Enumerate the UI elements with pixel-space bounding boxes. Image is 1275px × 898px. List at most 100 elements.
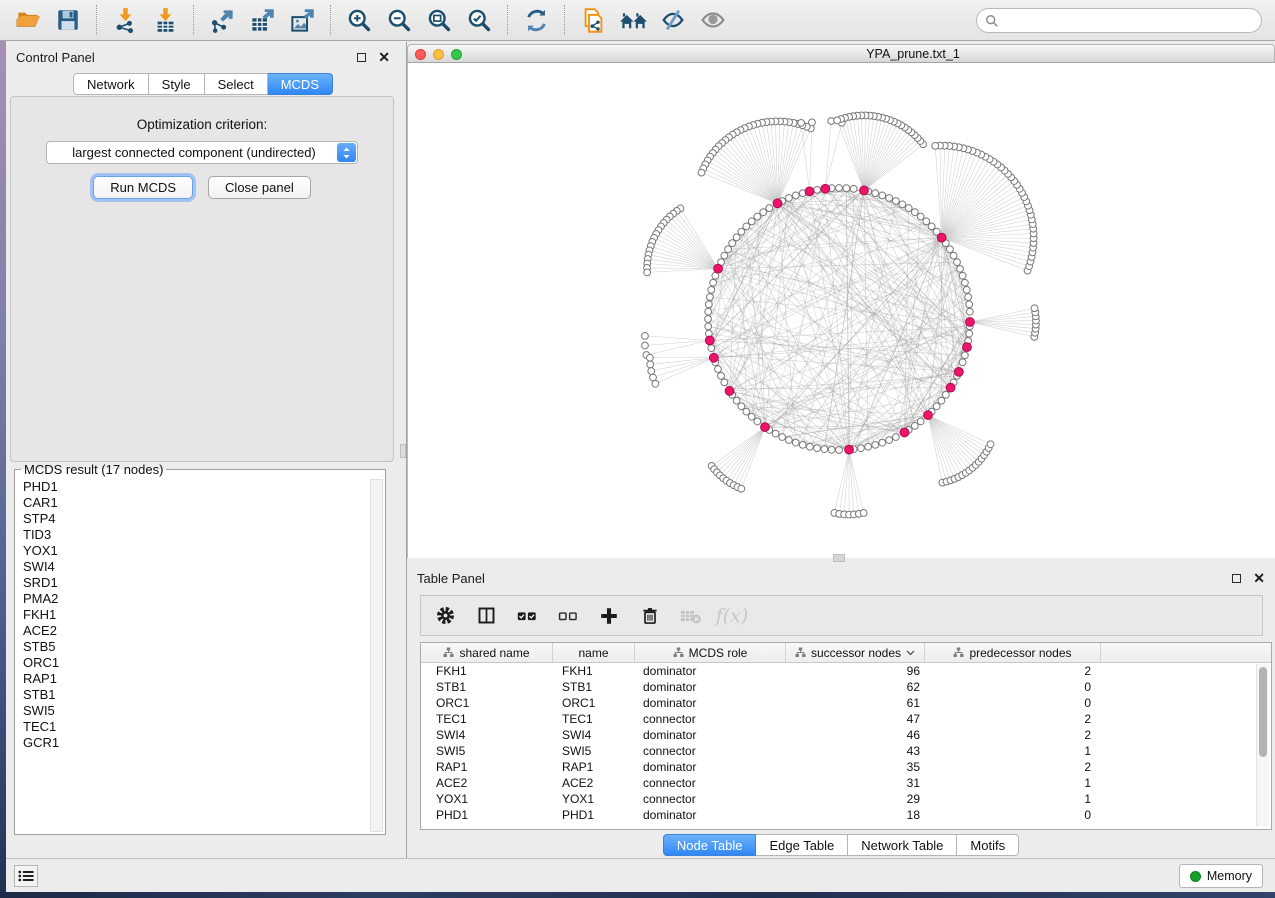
cell-successor_nodes[interactable]: 35 <box>786 760 925 774</box>
delete-table-button[interactable] <box>679 604 703 628</box>
cell-mcds_role[interactable]: dominator <box>635 728 786 742</box>
export-table-button[interactable] <box>247 5 277 35</box>
cell-mcds_role[interactable]: dominator <box>635 696 786 710</box>
network-node[interactable] <box>858 445 865 452</box>
table-row[interactable]: PHD1PHD1dominator180 <box>421 807 1271 823</box>
cell-successor_nodes[interactable]: 18 <box>786 808 925 822</box>
dominator-node[interactable] <box>946 383 955 392</box>
network-node[interactable] <box>792 192 799 199</box>
mcds-result-item[interactable]: STP4 <box>16 511 369 527</box>
network-node[interactable] <box>772 430 779 437</box>
dominator-node[interactable] <box>845 445 854 454</box>
dominator-node[interactable] <box>821 184 830 193</box>
mcds-result-item[interactable]: ACE2 <box>16 623 369 639</box>
network-node[interactable] <box>642 342 649 349</box>
close-window-icon[interactable] <box>415 49 426 60</box>
network-node[interactable] <box>754 418 761 425</box>
cell-name[interactable]: ORC1 <box>553 696 635 710</box>
network-node[interactable] <box>938 397 945 404</box>
network-graph[interactable] <box>408 63 1275 558</box>
network-node[interactable] <box>792 439 799 446</box>
first-neighbors-button[interactable] <box>618 5 648 35</box>
network-node[interactable] <box>809 119 816 126</box>
cell-predecessor_nodes[interactable]: 0 <box>925 680 1101 694</box>
network-node[interactable] <box>743 408 750 415</box>
tab-network[interactable]: Network <box>73 73 149 95</box>
duplicate-network-button[interactable] <box>578 5 608 35</box>
cell-successor_nodes[interactable]: 62 <box>786 680 925 694</box>
horizontal-splitter-handle[interactable] <box>833 554 845 562</box>
network-node[interactable] <box>959 272 966 279</box>
network-node[interactable] <box>828 446 835 453</box>
tab-node-table[interactable]: Node Table <box>663 834 757 856</box>
cell-predecessor_nodes[interactable]: 0 <box>925 808 1101 822</box>
zoom-out-button[interactable] <box>384 5 414 35</box>
network-node[interactable] <box>957 265 964 272</box>
network-node[interactable] <box>961 352 968 359</box>
dominator-node[interactable] <box>860 186 869 195</box>
cell-predecessor_nodes[interactable]: 2 <box>925 728 1101 742</box>
mcds-result-item[interactable]: TEC1 <box>16 719 369 735</box>
network-node[interactable] <box>779 434 786 441</box>
cell-predecessor_nodes[interactable]: 1 <box>925 744 1101 758</box>
select-all-button[interactable] <box>515 604 539 628</box>
maximize-window-icon[interactable] <box>451 49 462 60</box>
memory-button[interactable]: Memory <box>1179 864 1263 888</box>
show-columns-button[interactable] <box>474 604 498 628</box>
delete-column-button[interactable] <box>638 604 662 628</box>
network-node[interactable] <box>963 286 970 293</box>
network-node[interactable] <box>942 391 949 398</box>
network-node[interactable] <box>705 323 712 330</box>
network-node[interactable] <box>644 269 651 276</box>
dominator-node[interactable] <box>773 199 782 208</box>
cell-name[interactable]: SWI5 <box>553 744 635 758</box>
network-node[interactable] <box>965 294 972 301</box>
equation-fx-button[interactable]: f(x) <box>720 604 744 628</box>
table-row[interactable]: SWI5SWI5connector431 <box>421 743 1271 759</box>
search-box[interactable] <box>976 8 1262 33</box>
dominator-node[interactable] <box>805 187 814 196</box>
cell-shared_name[interactable]: YOX1 <box>421 792 553 806</box>
mcds-result-item[interactable]: FKH1 <box>16 607 369 623</box>
network-node[interactable] <box>932 142 939 149</box>
mcds-result-item[interactable]: YOX1 <box>16 543 369 559</box>
network-node[interactable] <box>698 169 705 176</box>
network-node[interactable] <box>947 246 954 253</box>
network-node[interactable] <box>917 213 924 220</box>
network-node[interactable] <box>821 446 828 453</box>
cell-predecessor_nodes[interactable]: 0 <box>925 696 1101 710</box>
cell-predecessor_nodes[interactable]: 2 <box>925 760 1101 774</box>
network-node[interactable] <box>850 185 857 192</box>
network-node[interactable] <box>961 279 968 286</box>
dominator-node[interactable] <box>705 336 714 345</box>
table-scrollbar[interactable] <box>1256 664 1269 826</box>
network-node[interactable] <box>705 316 712 323</box>
cell-mcds_role[interactable]: dominator <box>635 760 786 774</box>
cell-mcds_role[interactable]: dominator <box>635 808 786 822</box>
add-column-button[interactable] <box>597 604 621 628</box>
network-node[interactable] <box>705 308 712 315</box>
column-header-predecessor-nodes[interactable]: predecessor nodes <box>925 643 1101 662</box>
network-node[interactable] <box>766 205 773 212</box>
import-network-button[interactable] <box>110 5 140 35</box>
network-node[interactable] <box>721 379 728 386</box>
cell-name[interactable]: FKH1 <box>553 664 635 678</box>
network-node[interactable] <box>705 301 712 308</box>
cell-predecessor_nodes[interactable]: 1 <box>925 776 1101 790</box>
show-all-button[interactable] <box>698 5 728 35</box>
tab-mcds[interactable]: MCDS <box>268 73 333 95</box>
dominator-node[interactable] <box>954 367 963 376</box>
network-node[interactable] <box>708 286 715 293</box>
cell-shared_name[interactable]: ACE2 <box>421 776 553 790</box>
cell-predecessor_nodes[interactable]: 2 <box>925 712 1101 726</box>
network-node[interactable] <box>879 439 886 446</box>
network-node[interactable] <box>743 223 750 230</box>
mcds-result-item[interactable]: PMA2 <box>16 591 369 607</box>
network-node[interactable] <box>799 441 806 448</box>
network-node[interactable] <box>933 403 940 410</box>
dominator-node[interactable] <box>900 428 909 437</box>
network-node[interactable] <box>860 510 867 517</box>
refresh-button[interactable] <box>521 5 551 35</box>
panel-splitter[interactable] <box>400 42 407 858</box>
cell-mcds_role[interactable]: connector <box>635 712 786 726</box>
